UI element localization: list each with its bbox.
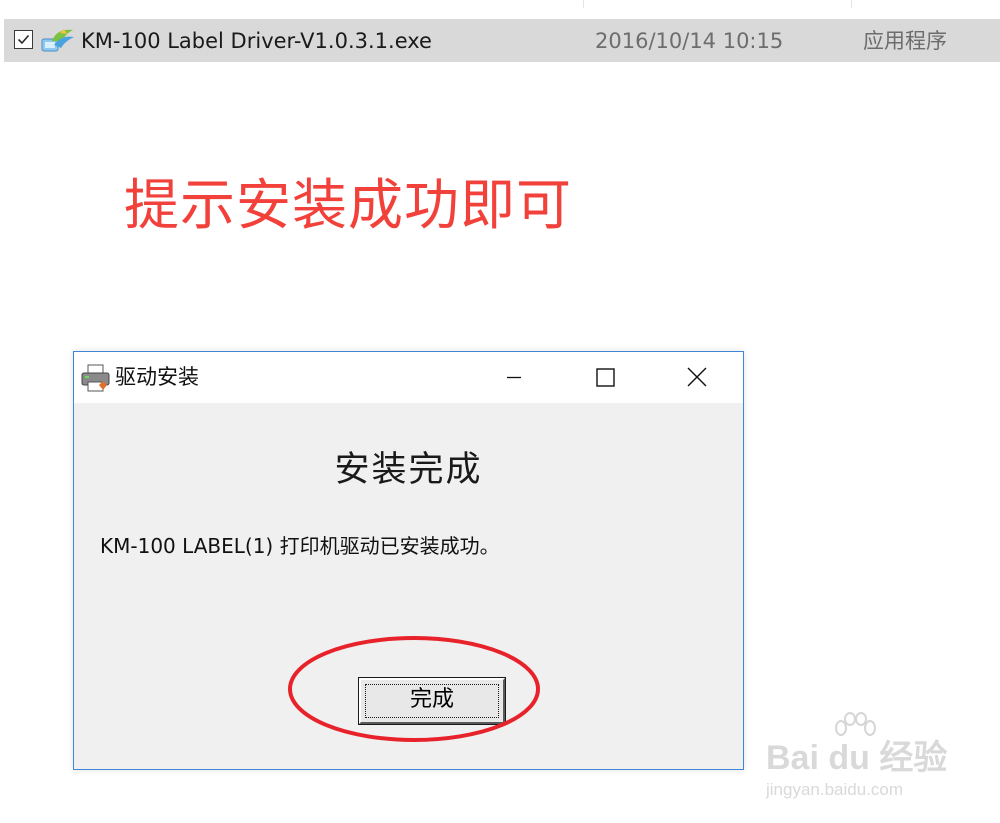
file-list-row[interactable]: KM-100 Label Driver-V1.0.3.1.exe 2016/10… (4, 19, 1000, 62)
file-name[interactable]: KM-100 Label Driver-V1.0.3.1.exe (81, 27, 432, 55)
dialog-title: 驱动安装 (115, 365, 199, 389)
close-button[interactable] (652, 352, 742, 403)
file-modified-date: 2016/10/14 10:15 (595, 29, 784, 53)
checkbox-checked-icon[interactable] (14, 30, 33, 49)
watermark-url: jingyan.baidu.com (766, 780, 904, 799)
maximize-icon (596, 368, 615, 387)
annotation-text: 提示安装成功即可 (124, 173, 573, 237)
minimize-button[interactable] (469, 352, 559, 403)
maximize-button[interactable] (559, 352, 649, 403)
column-divider (583, 0, 584, 8)
dialog-heading: 安装完成 (334, 450, 483, 490)
dialog-message: KM-100 LABEL(1) 打印机驱动已安装成功。 (100, 534, 500, 558)
minimize-icon (507, 376, 521, 379)
watermark-brand: Bai du 经验 (766, 739, 948, 777)
dialog-titlebar[interactable]: 驱动安装 (74, 352, 743, 403)
highlight-ellipse (288, 636, 540, 742)
baidu-watermark: Bai du 经验 jingyan.baidu.com (760, 712, 960, 812)
column-divider (851, 0, 852, 8)
installer-exe-icon (40, 27, 76, 55)
close-icon (687, 367, 707, 387)
file-type: 应用程序 (863, 29, 947, 53)
printer-icon (80, 363, 112, 393)
